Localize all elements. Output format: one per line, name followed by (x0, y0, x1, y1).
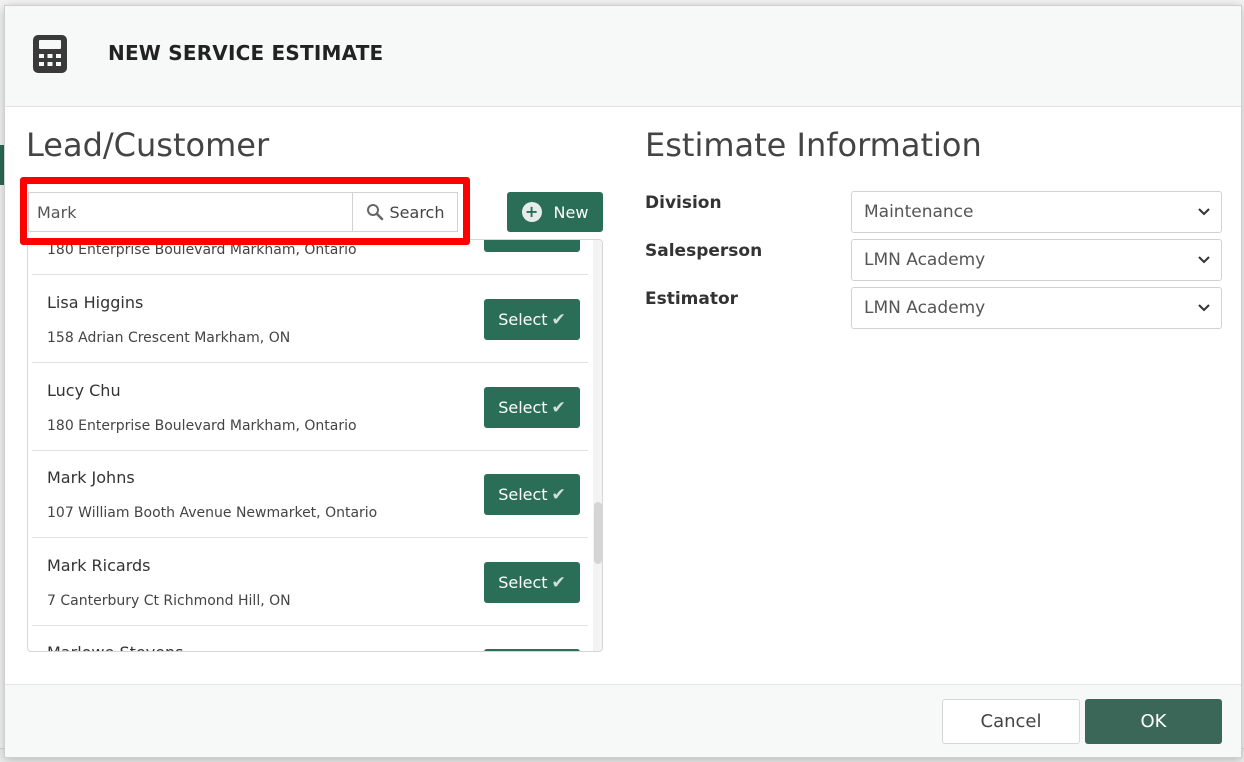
estimator-value: LMN Academy (864, 298, 986, 318)
checkmark-icon: ✔ (551, 572, 566, 593)
cancel-button[interactable]: Cancel (942, 699, 1080, 744)
customer-name: Lisa Higgins (47, 293, 144, 312)
checkmark-icon: ✔ (551, 309, 566, 330)
results-scrollbar[interactable] (593, 240, 602, 651)
customer-address: 107 William Booth Avenue Newmarket, Onta… (47, 505, 378, 521)
customer-name: Lucy Chu (47, 381, 121, 400)
lead-customer-title: Lead/Customer (26, 126, 270, 164)
ok-button[interactable]: OK (1085, 699, 1222, 744)
scrollbar-thumb[interactable] (594, 502, 602, 564)
customer-address: 158 Adrian Crescent Markham, ON (47, 330, 291, 346)
salesperson-value: LMN Academy (864, 250, 986, 270)
customer-address: 7 Canterbury Ct Richmond Hill, ON (47, 593, 291, 609)
customer-results-list[interactable]: 180 Enterprise Boulevard Markham, Ontari… (27, 239, 603, 652)
customer-name: Mark Ricards (47, 556, 151, 575)
chevron-down-icon (1198, 256, 1210, 264)
search-highlight-box (20, 177, 470, 245)
chevron-down-icon (1198, 304, 1210, 312)
estimator-select[interactable]: LMN Academy (851, 287, 1222, 329)
select-label: Select (498, 240, 547, 241)
select-button[interactable]: Select✔ (484, 387, 580, 428)
plus-circle-icon: + (521, 202, 542, 222)
division-select[interactable]: Maintenance (851, 191, 1222, 233)
checkmark-icon: ✔ (551, 484, 566, 505)
select-label: Select (498, 573, 548, 592)
list-item: Lisa Higgins 158 Adrian Crescent Markham… (32, 276, 588, 363)
checkmark-icon: ✔ (552, 240, 566, 242)
list-item: Marlowe Stevens Select✔ (32, 626, 588, 651)
select-button[interactable]: Select✔ (484, 649, 580, 651)
modal-title: NEW SERVICE ESTIMATE (108, 41, 384, 65)
select-button[interactable]: Select ✔ (484, 240, 580, 252)
salesperson-select[interactable]: LMN Academy (851, 239, 1222, 281)
list-item: Mark Johns 107 William Booth Avenue Newm… (32, 451, 588, 538)
chevron-down-icon (1198, 208, 1210, 216)
division-label: Division (645, 193, 722, 213)
select-button[interactable]: Select✔ (484, 562, 580, 603)
modal-header: NEW SERVICE ESTIMATE (5, 6, 1241, 107)
calculator-icon (33, 35, 67, 73)
select-label: Select (498, 398, 548, 417)
new-service-estimate-modal: NEW SERVICE ESTIMATE Lead/Customer Estim… (4, 5, 1242, 758)
select-label: Select (498, 485, 548, 504)
salesperson-label: Salesperson (645, 241, 763, 261)
list-item: Mark Ricards 7 Canterbury Ct Richmond Hi… (32, 539, 588, 626)
list-item: Lucy Chu 180 Enterprise Boulevard Markha… (32, 364, 588, 451)
new-button-label: New (553, 202, 589, 222)
new-customer-button[interactable]: + New (507, 192, 603, 232)
checkmark-icon: ✔ (551, 397, 566, 418)
modal-footer: Cancel OK (5, 684, 1241, 757)
division-value: Maintenance (864, 202, 974, 222)
estimator-label: Estimator (645, 289, 739, 309)
select-label: Select (498, 310, 548, 329)
customer-name: Marlowe Stevens (47, 643, 184, 651)
customer-name: Mark Johns (47, 468, 135, 487)
customer-address: 180 Enterprise Boulevard Markham, Ontari… (47, 418, 357, 434)
select-button[interactable]: Select✔ (484, 474, 580, 515)
estimate-information-title: Estimate Information (645, 126, 982, 164)
select-button[interactable]: Select✔ (484, 299, 580, 340)
